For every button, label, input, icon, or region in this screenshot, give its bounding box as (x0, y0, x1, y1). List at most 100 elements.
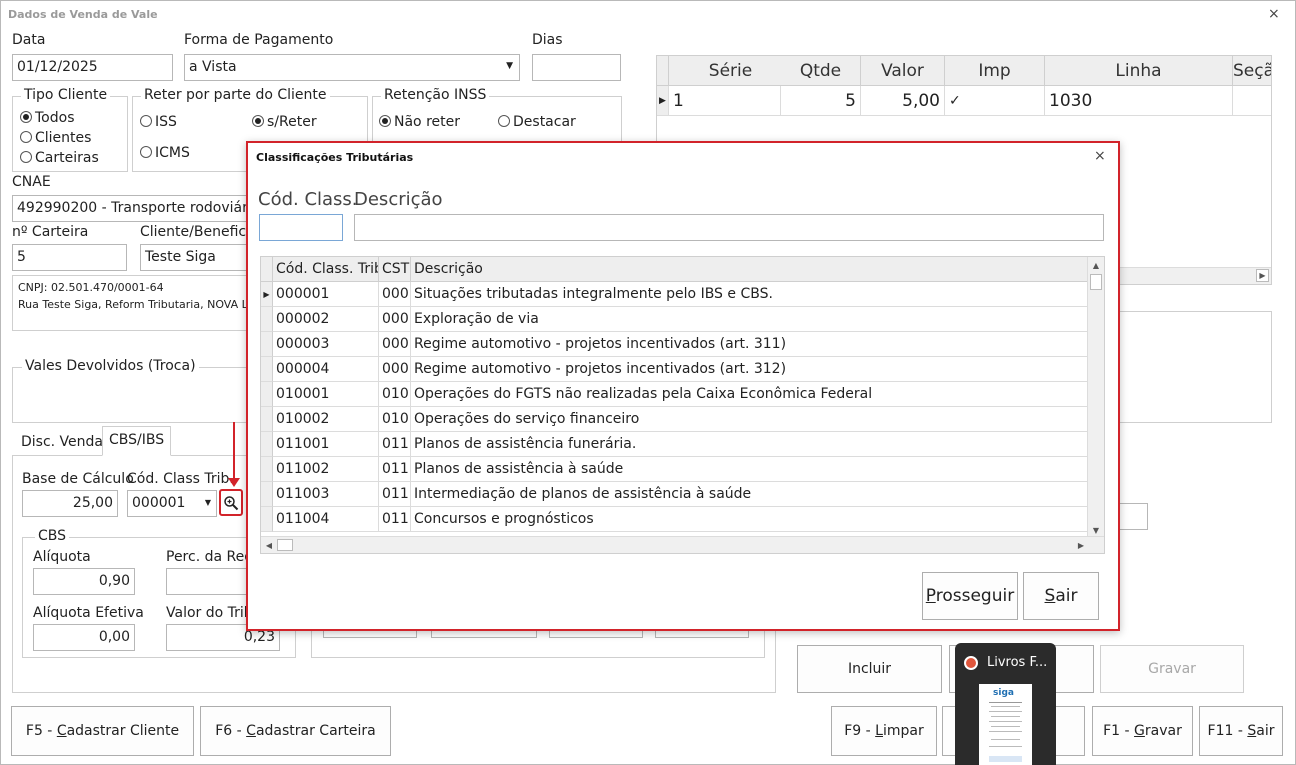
cell-cod: 011003 (273, 482, 379, 507)
hscroll-thumb[interactable] (277, 539, 293, 551)
radio-label: Não reter (394, 114, 460, 130)
grid-header-linha[interactable]: Linha (1045, 56, 1233, 86)
window-close-icon[interactable]: × (1268, 6, 1280, 22)
chevron-down-icon: ▼ (204, 498, 211, 507)
descricao-input[interactable] (354, 214, 1104, 241)
f9-limpar-button[interactable]: F9 - Limpar (831, 706, 937, 756)
table-row[interactable]: 011004 011 Concursos e prognósticos (261, 507, 1089, 532)
table-row[interactable]: 011001 011 Planos de assistência funerár… (261, 432, 1089, 457)
radio-nao-reter[interactable]: Não reter (379, 114, 460, 130)
table-corner (261, 257, 273, 282)
scroll-right-icon[interactable]: ▶ (1256, 269, 1269, 282)
cell-descricao: Operações do FGTS não realizadas pela Ca… (411, 382, 1089, 407)
cell-cst: 011 (379, 457, 411, 482)
f1-gravar-button[interactable]: F1 - Gravar (1092, 706, 1193, 756)
annotation-arrow-head (228, 478, 240, 487)
mnemonic: P (925, 586, 936, 606)
grid-cell-valor[interactable]: 5,00 (861, 86, 945, 116)
prosseguir-button[interactable]: Prosseguir (922, 572, 1018, 620)
row-header (261, 482, 273, 507)
table-row[interactable]: 011003 011 Intermediação de planos de as… (261, 482, 1089, 507)
radio-icms[interactable]: ICMS (140, 145, 190, 161)
dias-label: Dias (532, 32, 563, 48)
grid-cell-secao[interactable] (1233, 86, 1271, 116)
col-header-cod[interactable]: Cód. Class. Trib (273, 257, 379, 282)
forma-pagamento-label: Forma de Pagamento (184, 32, 334, 48)
radio-s-reter[interactable]: s/Reter (252, 114, 317, 130)
cell-cod: 011004 (273, 507, 379, 532)
row-pointer-icon: ▶ (657, 86, 669, 116)
tab-disc-venda[interactable]: Disc. Venda (14, 428, 110, 456)
table-row[interactable]: 010001 010 Operações do FGTS não realiza… (261, 382, 1089, 407)
aliquota-efetiva-input[interactable]: 0,00 (33, 624, 135, 651)
f6-cadastrar-carteira-button[interactable]: F6 - Cadastrar Carteira (200, 706, 391, 756)
f11-sair-button[interactable]: F11 - Sair (1199, 706, 1283, 756)
radio-todos[interactable]: Todos (20, 110, 74, 126)
chevron-down-icon: ▼ (506, 61, 513, 71)
cod-class-label: Cód. Class. (258, 189, 358, 210)
scroll-up-icon[interactable]: ▲ (1089, 258, 1103, 272)
grid-cell-serie[interactable]: 1 (669, 86, 781, 116)
cell-cst: 000 (379, 282, 411, 307)
grid-header-qtde[interactable]: Qtde (781, 56, 861, 86)
grid-header-valor[interactable]: Valor (861, 56, 945, 86)
f5-cadastrar-cliente-button[interactable]: F5 - Cadastrar Cliente (11, 706, 194, 756)
cell-cod: 011002 (273, 457, 379, 482)
cod-class-trib-label: Cód. Class Trib. (127, 471, 234, 487)
aliquota-input[interactable]: 0,90 (33, 568, 135, 595)
grid-cell-linha[interactable]: 1030 (1045, 86, 1233, 116)
table-row[interactable]: ▶ 000001 000 Situações tributadas integr… (261, 282, 1089, 307)
siga-logo: siga (993, 688, 1014, 698)
table-vscroll[interactable]: ▲ ▼ (1087, 257, 1104, 538)
cell-descricao: Regime automotivo - projetos incentivado… (411, 357, 1089, 382)
forma-pagamento-select[interactable]: a Vista ▼ (184, 54, 520, 81)
radio-checked-icon (20, 111, 32, 123)
search-class-button[interactable] (219, 489, 243, 516)
cell-cst: 010 (379, 382, 411, 407)
taskbar-preview[interactable]: Livros F... siga (955, 643, 1056, 765)
grid-header-secao[interactable]: Seção (1233, 56, 1271, 86)
col-header-cst[interactable]: CST (379, 257, 411, 282)
cell-cst: 000 (379, 332, 411, 357)
vscroll-thumb[interactable] (1090, 274, 1102, 290)
cod-class-trib-select[interactable]: 000001 ▼ (127, 490, 217, 517)
mnemonic: S (1247, 723, 1257, 739)
table-row[interactable]: 000002 000 Exploração de via (261, 307, 1089, 332)
incluir-button[interactable]: Incluir (797, 645, 942, 693)
col-header-descricao[interactable]: Descrição (411, 257, 1089, 282)
table-row[interactable]: 011002 011 Planos de assistência à saúde (261, 457, 1089, 482)
base-calculo-input[interactable]: 25,00 (22, 490, 118, 517)
grid-header-serie[interactable]: Série (669, 56, 793, 86)
radio-carteiras[interactable]: Carteiras (20, 150, 99, 166)
radio-iss[interactable]: ISS (140, 114, 177, 130)
cliente-input[interactable]: Teste Siga (140, 244, 252, 271)
cod-class-input[interactable] (259, 214, 343, 241)
cell-cod: 010002 (273, 407, 379, 432)
table-row[interactable]: 000003 000 Regime automotivo - projetos … (261, 332, 1089, 357)
radio-destacar[interactable]: Destacar (498, 114, 576, 130)
sair-button[interactable]: Sair (1023, 572, 1099, 620)
grid-header-imp[interactable]: Imp (945, 56, 1045, 86)
side-input[interactable] (1118, 503, 1148, 530)
radio-clientes[interactable]: Clientes (20, 130, 91, 146)
scroll-left-icon[interactable]: ◀ (262, 538, 276, 552)
dias-input[interactable] (532, 54, 621, 81)
grid-cell-qtde[interactable]: 5 (781, 86, 861, 116)
table-hscroll[interactable]: ◀ ▶ (261, 536, 1104, 553)
cnae-input[interactable]: 492990200 - Transporte rodoviário (12, 195, 252, 222)
data-input[interactable]: 01/12/2025 (12, 54, 173, 81)
table-row[interactable]: 010002 010 Operações do serviço financei… (261, 407, 1089, 432)
perc-reducao-input[interactable] (166, 568, 248, 595)
tab-cbs-ibs[interactable]: CBS/IBS (102, 426, 172, 456)
grid-cell-imp-check-icon[interactable]: ✓ (945, 86, 1045, 116)
grid-corner (657, 56, 669, 86)
cell-cod: 000002 (273, 307, 379, 332)
gravar-button-disabled[interactable]: Gravar (1100, 645, 1244, 693)
scroll-down-icon[interactable]: ▼ (1089, 523, 1103, 537)
radio-label: ISS (155, 114, 177, 130)
dialog-close-icon[interactable]: × (1094, 148, 1106, 164)
scroll-right-icon[interactable]: ▶ (1074, 538, 1088, 552)
carteira-input[interactable]: 5 (12, 244, 127, 271)
mnemonic: G (1134, 723, 1145, 739)
table-row[interactable]: 000004 000 Regime automotivo - projetos … (261, 357, 1089, 382)
